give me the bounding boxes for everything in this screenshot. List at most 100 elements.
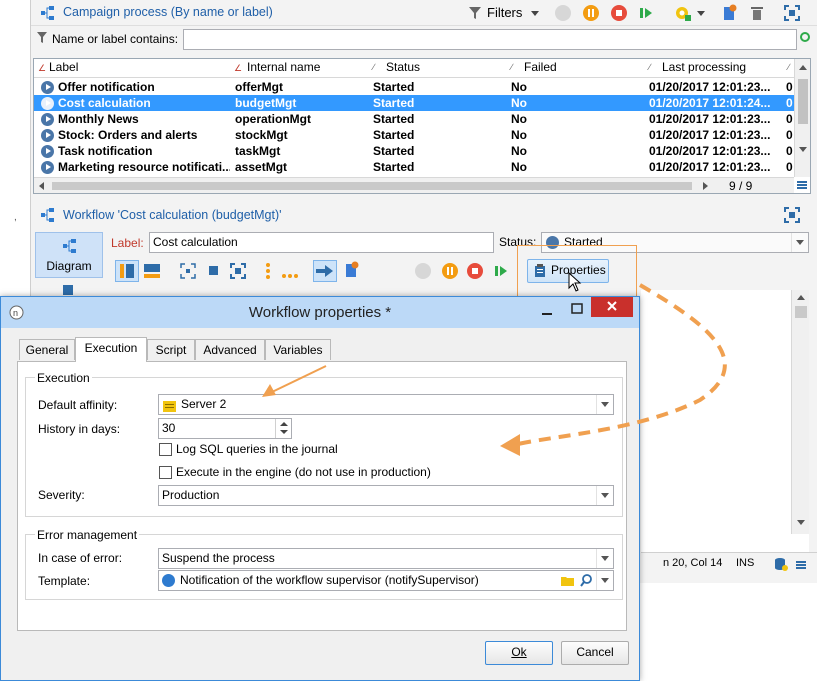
cell-last: 01/20/2017 12:01:24... [649, 96, 771, 110]
cell-label: Task notification [58, 144, 153, 158]
pause-icon[interactable] [583, 5, 599, 21]
horizontal-dots-icon[interactable] [281, 268, 299, 278]
minimize-icon[interactable] [541, 303, 553, 317]
cell-last: 01/20/2017 12:01:23... [649, 128, 771, 142]
actions-dropdown-icon[interactable] [697, 11, 705, 16]
table-row-selected[interactable]: Cost calculation budgetMgt Started No 01… [34, 95, 794, 111]
statusbar-menu-icon[interactable] [796, 559, 806, 569]
list-hscroll-thumb[interactable] [52, 182, 692, 190]
zoom-fit-icon[interactable] [179, 262, 197, 280]
secondary-tab-icon[interactable] [61, 284, 75, 296]
header-failed[interactable]: Failed [524, 59, 557, 76]
header-sort-internal: ∠ [234, 63, 243, 73]
status-dropdown-icon[interactable] [791, 233, 808, 252]
tab-general[interactable]: General [19, 339, 75, 360]
history-value: 30 [162, 421, 176, 435]
table-row[interactable]: Stock: Orders and alerts stockMgt Starte… [34, 127, 794, 143]
layout-vertical-icon[interactable] [115, 260, 139, 282]
layout-horizontal-icon[interactable] [143, 262, 161, 280]
spinner-down-icon[interactable] [280, 430, 288, 434]
tab-script[interactable]: Script [147, 339, 195, 360]
template-search-icon[interactable] [580, 574, 593, 587]
workflow-play-icon [41, 96, 54, 110]
template-workflow-icon [162, 574, 175, 587]
filters-button[interactable]: Filters [487, 5, 522, 20]
cell-label: Stock: Orders and alerts [58, 128, 198, 142]
filter-funnel-icon[interactable] [468, 5, 482, 21]
scroll-right-icon[interactable] [703, 182, 708, 190]
dialog-title-bar[interactable]: n Workflow properties * [1, 297, 639, 328]
zoom-out-icon[interactable] [229, 262, 247, 280]
affinity-dropdown-icon[interactable] [596, 395, 613, 414]
tab-advanced[interactable]: Advanced [195, 339, 265, 360]
delete-trash-icon[interactable] [749, 4, 765, 22]
filters-dropdown-icon[interactable] [531, 11, 539, 16]
header-label[interactable]: Label [49, 59, 78, 76]
affinity-select[interactable]: Server 2 [158, 394, 614, 415]
template-label: Template: [38, 574, 91, 588]
header-sort-last: ∕ [649, 62, 651, 72]
severity-select[interactable]: Production [158, 485, 614, 506]
label-field[interactable]: Cost calculation [149, 232, 494, 253]
header-internal-name[interactable]: Internal name [247, 59, 320, 76]
refresh-small-icon[interactable] [799, 31, 811, 43]
table-row[interactable]: Marketing resource notificati... assetMg… [34, 159, 794, 175]
maximize-icon[interactable] [571, 303, 583, 315]
wf-start-icon[interactable] [415, 263, 431, 279]
history-spinner[interactable]: 30 [158, 418, 292, 439]
cell-extra: 0 [786, 160, 793, 174]
template-folder-icon[interactable] [561, 574, 575, 586]
cell-failed: No [511, 80, 527, 94]
list-vertical-scrollbar[interactable] [794, 59, 810, 177]
step-forward-icon[interactable] [638, 5, 654, 21]
new-activity-icon[interactable] [343, 261, 359, 279]
on-error-select[interactable]: Suspend the process [158, 548, 614, 569]
editor-vertical-scrollbar[interactable] [791, 290, 809, 534]
header-last-processing[interactable]: Last processing [662, 59, 746, 76]
filter-input[interactable] [183, 29, 797, 50]
severity-dropdown-icon[interactable] [596, 486, 613, 505]
ok-button[interactable]: Ok [485, 641, 553, 665]
template-select[interactable]: Notification of the workflow supervisor … [158, 570, 614, 591]
tab-execution[interactable]: Execution [75, 337, 147, 362]
transition-arrow-icon[interactable] [313, 260, 337, 282]
spinner-buttons[interactable] [275, 419, 291, 438]
cancel-button[interactable]: Cancel [561, 641, 629, 665]
list-horizontal-scrollbar[interactable]: 9 / 9 [34, 177, 794, 193]
header-status[interactable]: Status [386, 59, 420, 76]
diagram-tab[interactable]: Diagram [35, 232, 103, 278]
close-icon [606, 300, 618, 312]
spinner-up-icon[interactable] [280, 422, 288, 426]
table-row[interactable]: Task notification taskMgt Started No 01/… [34, 143, 794, 159]
editor-scroll-down-icon[interactable] [797, 520, 805, 525]
stop-icon[interactable] [611, 5, 627, 21]
close-button[interactable] [591, 297, 633, 317]
log-sql-checkbox[interactable] [159, 443, 172, 456]
workflow-fullscreen-icon[interactable] [783, 206, 801, 224]
scroll-left-icon[interactable] [39, 182, 44, 190]
column-settings-icon[interactable] [796, 179, 808, 191]
scroll-down-icon[interactable] [799, 147, 807, 152]
wf-stop-icon[interactable] [467, 263, 483, 279]
tab-variables[interactable]: Variables [265, 339, 331, 360]
table-row[interactable]: Monthly News operationMgt Started No 01/… [34, 111, 794, 127]
list-scroll-thumb[interactable] [798, 79, 808, 124]
on-error-dropdown-icon[interactable] [596, 549, 613, 568]
vertical-dots-icon[interactable] [265, 262, 271, 280]
zoom-square-icon[interactable] [209, 266, 218, 275]
cell-label: Marketing resource notificati... [58, 160, 230, 174]
cell-label: Cost calculation [58, 96, 151, 110]
actions-gear-icon[interactable] [673, 4, 691, 22]
scroll-up-icon[interactable] [799, 65, 807, 70]
wf-step-icon[interactable] [493, 263, 509, 279]
execute-engine-checkbox[interactable] [159, 466, 172, 479]
fullscreen-icon[interactable] [783, 4, 801, 22]
start-icon[interactable] [555, 5, 571, 21]
wf-pause-icon[interactable] [442, 263, 458, 279]
template-dropdown-icon[interactable] [596, 571, 613, 590]
editor-scroll-up-icon[interactable] [797, 295, 805, 300]
affinity-label: Default affinity: [38, 398, 118, 412]
new-document-icon[interactable] [721, 4, 737, 22]
table-row[interactable]: Offer notification offerMgt Started No 0… [34, 79, 794, 95]
editor-scroll-thumb[interactable] [795, 306, 807, 318]
